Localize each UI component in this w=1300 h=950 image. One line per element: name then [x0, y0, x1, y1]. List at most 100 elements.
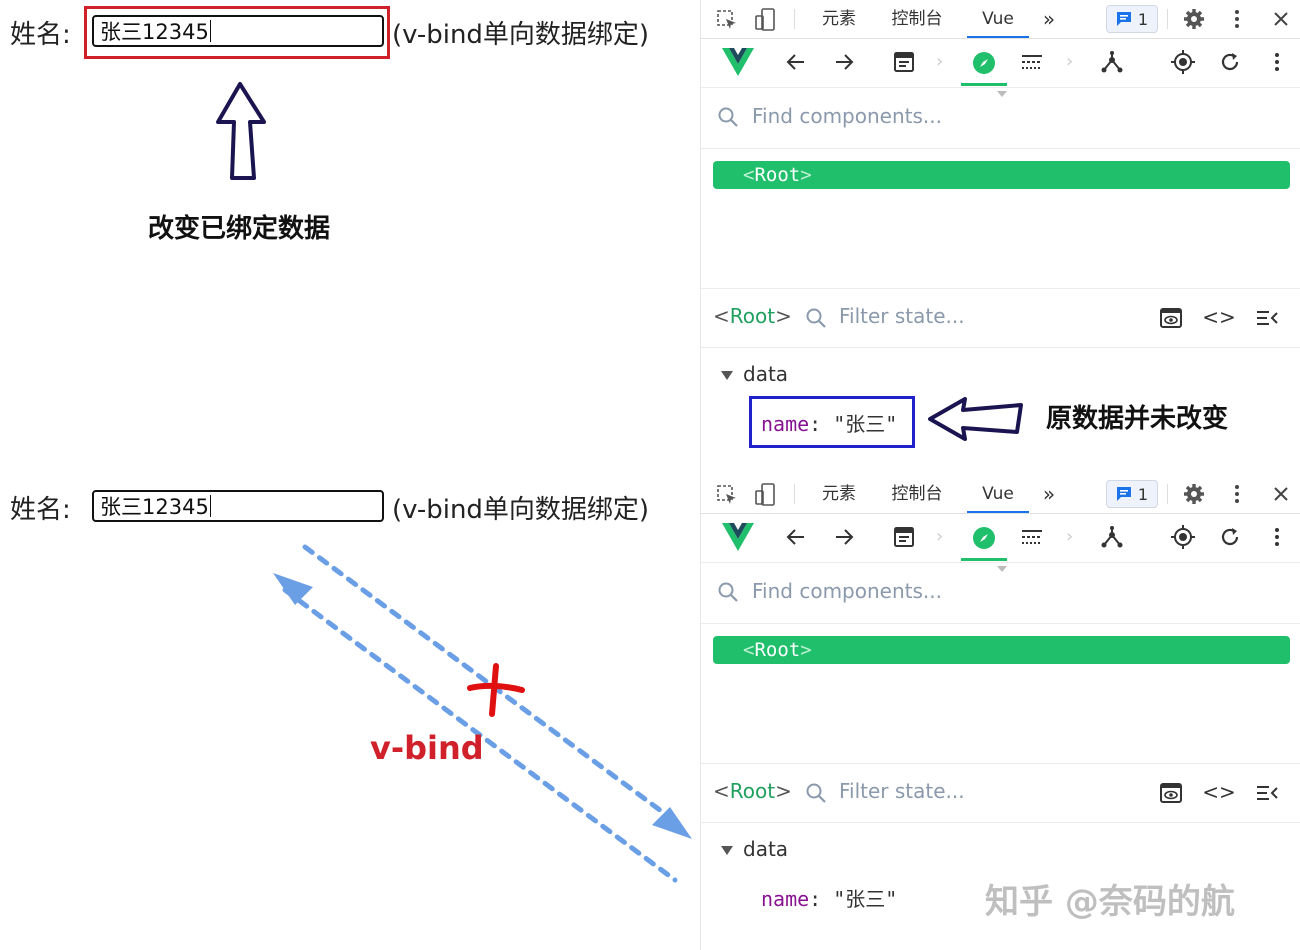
more-options-icon[interactable] — [1227, 6, 1247, 32]
name-property-row[interactable]: name: "张三" — [761, 883, 897, 912]
tab-divider — [1167, 9, 1168, 29]
select-component-target-icon[interactable] — [1169, 48, 1197, 76]
tab-divider — [794, 9, 795, 29]
data-section-toggle[interactable]: data — [721, 362, 788, 386]
components-view-icon[interactable] — [891, 49, 917, 75]
change-bound-data-caption: 改变已绑定数据 — [148, 214, 331, 244]
filter-state-placeholder[interactable]: Filter state... — [839, 779, 965, 803]
tab-console[interactable]: 控制台 — [885, 0, 949, 38]
refresh-icon[interactable] — [1217, 49, 1243, 75]
forward-arrow-icon[interactable] — [831, 49, 857, 75]
vue-logo-icon — [721, 522, 755, 552]
find-components-placeholder: Find components... — [752, 104, 942, 128]
tab-console[interactable]: 控制台 — [885, 475, 949, 513]
selected-component-label: <Root> — [713, 779, 792, 803]
property-key: name — [761, 887, 810, 911]
refresh-icon[interactable] — [1217, 524, 1243, 550]
state-inspector-header: <Root> Filter state... <> — [701, 763, 1300, 823]
more-tabs-chevron-icon[interactable]: » — [1035, 0, 1063, 38]
tab-divider — [794, 484, 795, 504]
code-icon[interactable]: <> — [1202, 780, 1236, 804]
inspect-element-icon[interactable] — [715, 483, 739, 507]
find-components-search[interactable]: Find components... — [701, 563, 1300, 624]
search-icon — [806, 308, 826, 328]
vue-toolbar: › › — [701, 39, 1300, 97]
close-icon[interactable] — [1269, 481, 1293, 507]
property-value: "张三" — [833, 887, 898, 911]
compass-active-icon[interactable] — [969, 523, 999, 553]
breadcrumb-chevron-icon: › — [1066, 526, 1074, 547]
collapse-icon[interactable] — [1255, 307, 1279, 329]
breadcrumb-chevron-icon: › — [936, 526, 944, 547]
root-component-row[interactable]: <Root> — [713, 161, 1290, 189]
tab-elements[interactable]: 元素 — [811, 0, 867, 38]
data-section-toggle[interactable]: data — [721, 837, 788, 861]
name-input-value: 张三12345 — [100, 495, 209, 519]
settings-gear-icon[interactable] — [1181, 481, 1207, 507]
vue-toolbar: › › — [701, 514, 1300, 572]
settings-gear-icon[interactable] — [1181, 6, 1207, 32]
watermark: 知乎 @奈码的航 — [985, 882, 1235, 922]
scroll-to-component-icon[interactable] — [1159, 307, 1183, 329]
compass-active-icon[interactable] — [969, 48, 999, 78]
find-components-placeholder: Find components... — [752, 579, 942, 603]
device-toolbar-icon[interactable] — [753, 482, 777, 508]
message-count: 1 — [1137, 9, 1149, 29]
binding-note: (v-bind单向数据绑定) — [392, 20, 650, 50]
more-tabs-chevron-icon[interactable]: » — [1035, 475, 1063, 513]
text-caret — [209, 495, 211, 517]
component-tree-icon[interactable] — [1099, 49, 1125, 75]
selected-component-label: <Root> — [713, 304, 792, 328]
blocked-cross-icon — [467, 663, 525, 717]
messages-badge[interactable]: 1 — [1106, 480, 1158, 508]
back-arrow-icon[interactable] — [783, 524, 809, 550]
messages-badge[interactable]: 1 — [1106, 5, 1158, 33]
expand-triangle-icon — [721, 371, 733, 380]
collapse-icon[interactable] — [1255, 782, 1279, 804]
back-arrow-icon[interactable] — [783, 49, 809, 75]
more-options-icon[interactable] — [1267, 524, 1287, 550]
search-icon — [718, 582, 738, 602]
more-options-icon[interactable] — [1267, 49, 1287, 75]
vue-logo-icon — [721, 47, 755, 77]
name-input[interactable]: 张三12345 — [92, 490, 384, 522]
search-icon — [806, 783, 826, 803]
root-component-name: Root — [754, 639, 801, 661]
data-section-label: data — [743, 837, 789, 861]
select-component-target-icon[interactable] — [1169, 523, 1197, 551]
device-toolbar-icon[interactable] — [753, 7, 777, 33]
message-icon — [1116, 487, 1131, 501]
filter-state-placeholder[interactable]: Filter state... — [839, 304, 965, 328]
name-label: 姓名: — [10, 20, 71, 50]
find-components-search[interactable]: Find components... — [701, 88, 1300, 149]
root-component-row[interactable]: <Root> — [713, 636, 1290, 664]
component-tree-icon[interactable] — [1099, 524, 1125, 550]
left-arrow-icon — [928, 397, 1023, 441]
timeline-icon[interactable] — [1019, 524, 1045, 550]
message-count: 1 — [1137, 484, 1149, 504]
tab-divider — [1167, 484, 1168, 504]
components-view-icon[interactable] — [891, 524, 917, 550]
state-inspector-header: <Root> Filter state... <> — [701, 288, 1300, 348]
tab-vue[interactable]: Vue — [967, 0, 1029, 38]
name-input[interactable]: 张三12345 — [92, 15, 384, 47]
more-options-icon[interactable] — [1227, 481, 1247, 507]
code-icon[interactable]: <> — [1202, 305, 1236, 329]
tab-vue[interactable]: Vue — [967, 475, 1029, 513]
root-component-name: Root — [754, 164, 801, 186]
scroll-to-component-icon[interactable] — [1159, 782, 1183, 804]
close-icon[interactable] — [1269, 6, 1293, 32]
devtools-tab-bar: 元素 控制台 Vue » 1 — [701, 475, 1300, 514]
data-highlight-box — [749, 396, 915, 448]
v-bind-label: v-bind — [370, 729, 484, 767]
name-input-value: 张三12345 — [100, 20, 209, 44]
breadcrumb-chevron-icon: › — [936, 51, 944, 72]
inspect-element-icon[interactable] — [715, 8, 739, 32]
binding-note: (v-bind单向数据绑定) — [392, 495, 650, 525]
timeline-icon[interactable] — [1019, 49, 1045, 75]
tab-elements[interactable]: 元素 — [811, 475, 867, 513]
forward-arrow-icon[interactable] — [831, 524, 857, 550]
data-section-label: data — [743, 362, 789, 386]
devtools-tab-bar: 元素 控制台 Vue » 1 — [701, 0, 1300, 39]
active-tool-underline — [961, 83, 1007, 86]
